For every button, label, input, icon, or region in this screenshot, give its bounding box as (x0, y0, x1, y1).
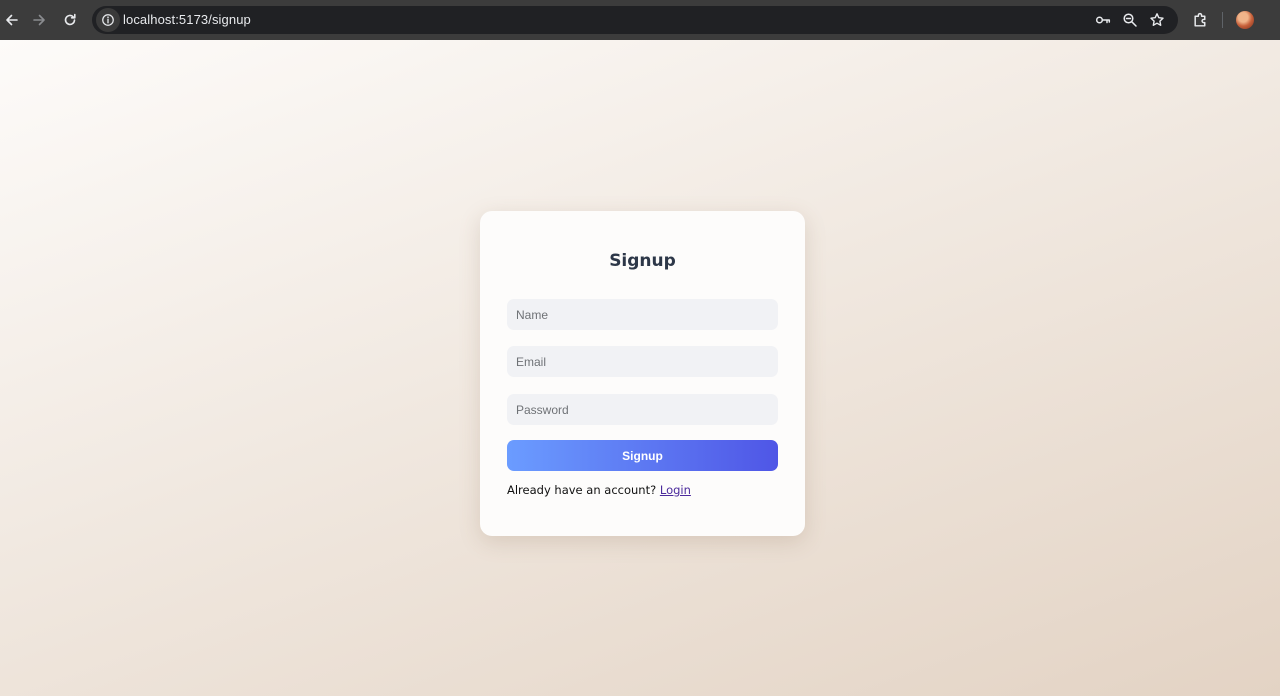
puzzle-icon (1193, 12, 1205, 27)
login-prompt: Already have an account? Login (507, 483, 691, 497)
arrow-right-icon (33, 14, 45, 26)
reload-button[interactable] (58, 8, 82, 32)
profile-avatar[interactable] (1236, 11, 1254, 29)
address-bar[interactable]: localhost:5173/signup (92, 6, 1178, 34)
signup-button[interactable]: Signup (507, 440, 778, 471)
password-input[interactable] (507, 394, 778, 425)
back-button[interactable] (0, 8, 24, 32)
browser-toolbar: localhost:5173/signup (0, 0, 1280, 40)
zoom-out-icon (1123, 13, 1137, 27)
key-icon (1095, 16, 1111, 24)
url-text[interactable]: localhost:5173/signup (123, 12, 251, 27)
site-info-button[interactable] (96, 8, 120, 32)
page-background: Signup Signup Already have an account? L… (0, 40, 1280, 696)
star-icon (1150, 13, 1164, 26)
signup-card: Signup Signup Already have an account? L… (480, 211, 805, 536)
form-title: Signup (609, 251, 676, 271)
name-input[interactable] (507, 299, 778, 330)
info-icon (102, 14, 114, 26)
login-link[interactable]: Login (660, 483, 691, 497)
forward-button[interactable] (27, 8, 51, 32)
toolbar-divider (1222, 12, 1223, 28)
arrow-left-icon (6, 14, 18, 26)
email-input[interactable] (507, 346, 778, 377)
extensions-button[interactable] (1190, 10, 1210, 30)
zoom-button[interactable] (1121, 11, 1139, 29)
password-key-button[interactable] (1094, 11, 1112, 29)
reload-icon (64, 13, 76, 26)
bookmark-button[interactable] (1148, 11, 1166, 29)
login-prompt-text: Already have an account? (507, 483, 657, 497)
